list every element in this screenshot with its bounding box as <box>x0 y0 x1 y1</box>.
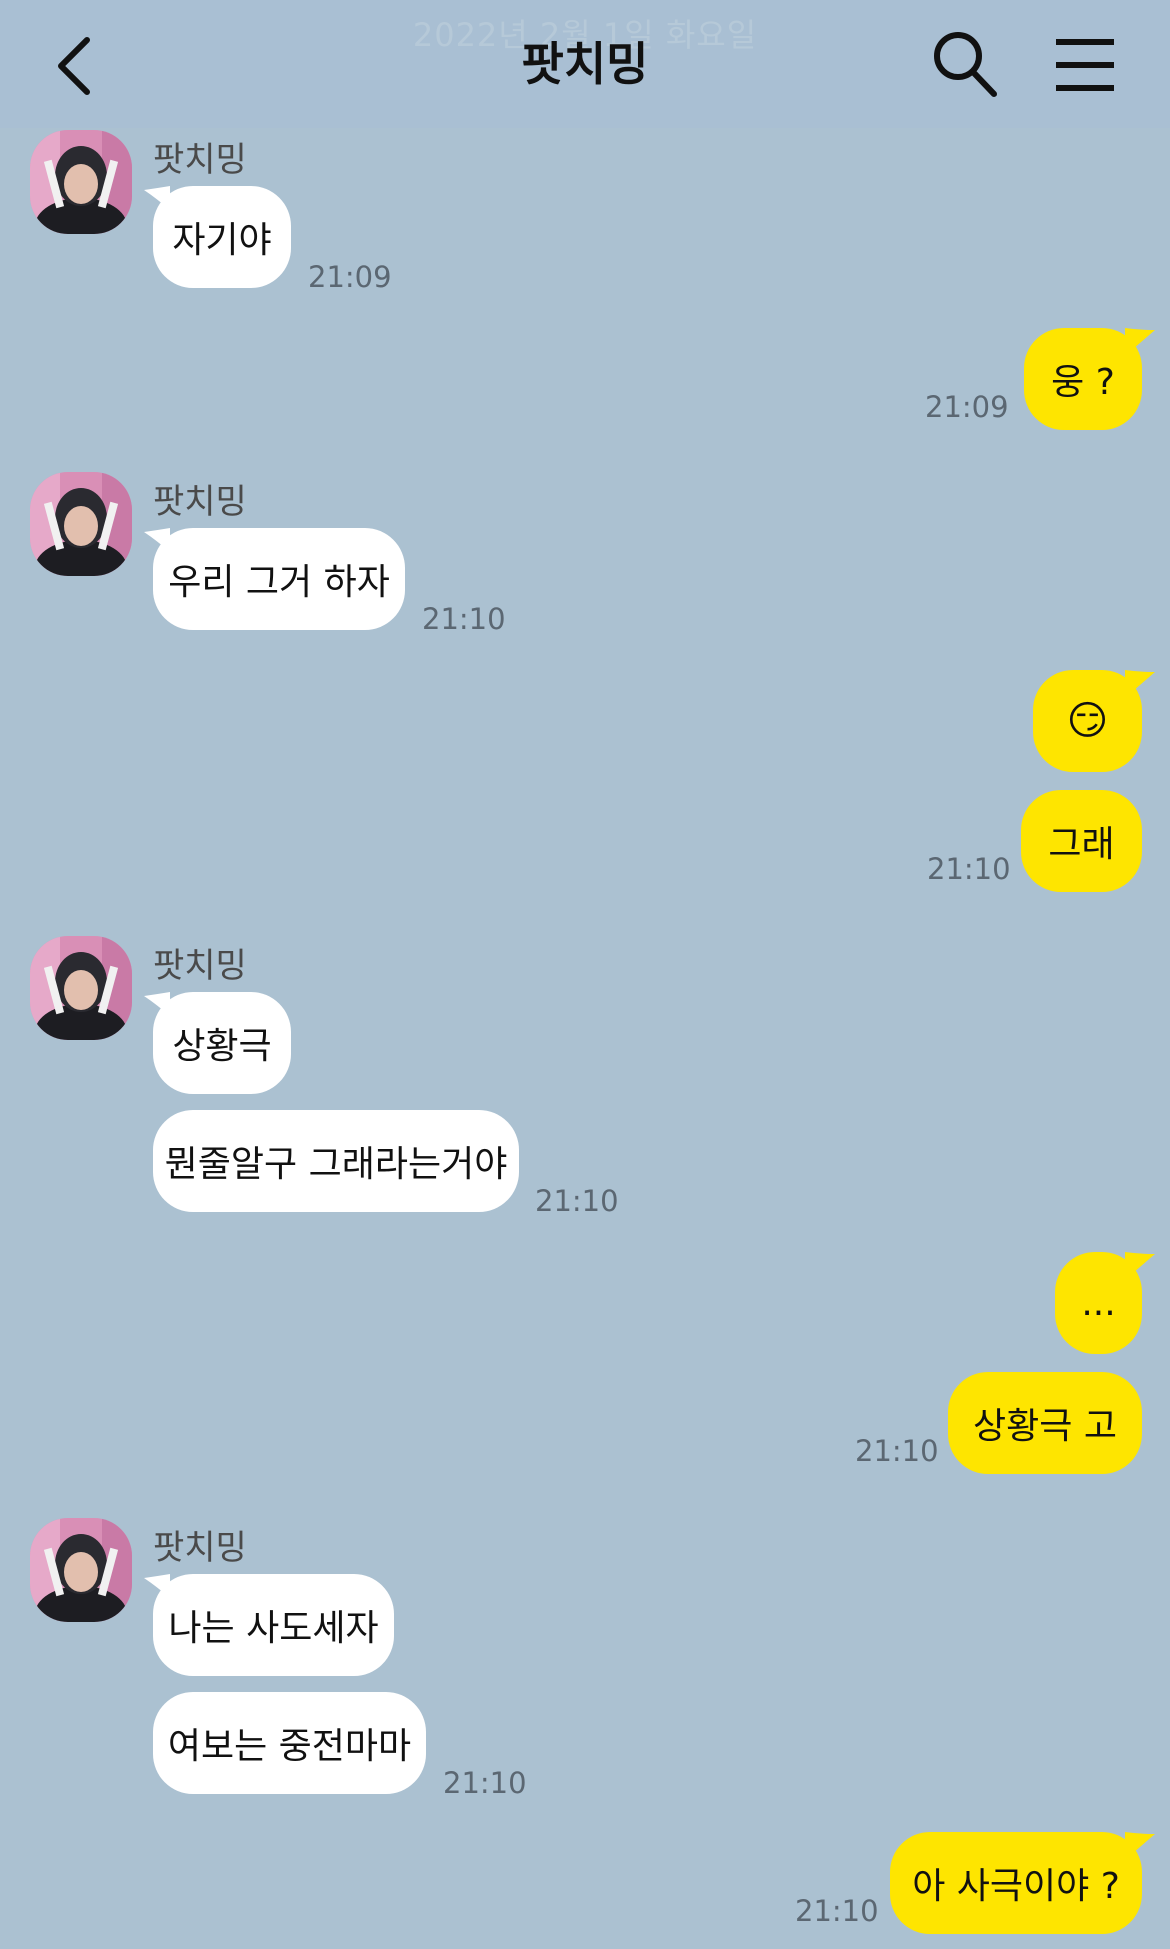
message-time: 21:09 <box>308 260 392 294</box>
message-bubble-incoming[interactable]: 우리 그거 하자 <box>153 528 405 630</box>
message-bubble-outgoing[interactable]: 그래 <box>1021 790 1142 892</box>
message-time: 21:10 <box>927 852 1011 886</box>
message-bubble-incoming[interactable]: 나는 사도세자 <box>153 1574 394 1676</box>
sender-name: 팟치밍 <box>153 1528 247 1568</box>
avatar[interactable] <box>30 1518 132 1622</box>
message-time: 21:10 <box>795 1894 879 1928</box>
message-time: 21:10 <box>535 1184 619 1218</box>
message-bubble-incoming[interactable]: 여보는 중전마마 <box>153 1692 426 1794</box>
message-time: 21:10 <box>443 1766 527 1800</box>
search-button[interactable] <box>930 28 1000 100</box>
bubble-tail <box>1125 670 1155 698</box>
profile-photo <box>30 936 132 1040</box>
message-bubble-outgoing[interactable]: 아 사극이야 ? <box>890 1832 1142 1934</box>
message-bubble-incoming[interactable]: 자기야 <box>153 186 291 288</box>
search-icon <box>934 32 997 97</box>
chat-header: 2022년 2월 1일 화요일 팟치밍 <box>0 0 1170 128</box>
bubble-tail <box>1125 328 1155 356</box>
message-time: 21:10 <box>855 1434 939 1468</box>
hamburger-menu-icon <box>1056 39 1114 91</box>
avatar[interactable] <box>30 936 132 1040</box>
sender-name: 팟치밍 <box>153 482 247 522</box>
message-bubble-outgoing[interactable]: 상황극 고 <box>948 1372 1142 1474</box>
profile-photo <box>30 130 132 234</box>
bubble-tail <box>1125 1252 1155 1280</box>
message-time: 21:09 <box>925 390 1009 424</box>
message-bubble-incoming[interactable]: 뭔줄알구 그래라는거야 <box>153 1110 519 1212</box>
message-bubble-incoming[interactable]: 상황극 <box>153 992 291 1094</box>
bubble-tail <box>1125 1832 1155 1860</box>
profile-photo <box>30 1518 132 1622</box>
avatar[interactable] <box>30 130 132 234</box>
avatar[interactable] <box>30 472 132 576</box>
sender-name: 팟치밍 <box>153 140 247 180</box>
profile-photo <box>30 472 132 576</box>
message-time: 21:10 <box>422 602 506 636</box>
menu-button[interactable] <box>1050 30 1120 100</box>
sender-name: 팟치밍 <box>153 946 247 986</box>
